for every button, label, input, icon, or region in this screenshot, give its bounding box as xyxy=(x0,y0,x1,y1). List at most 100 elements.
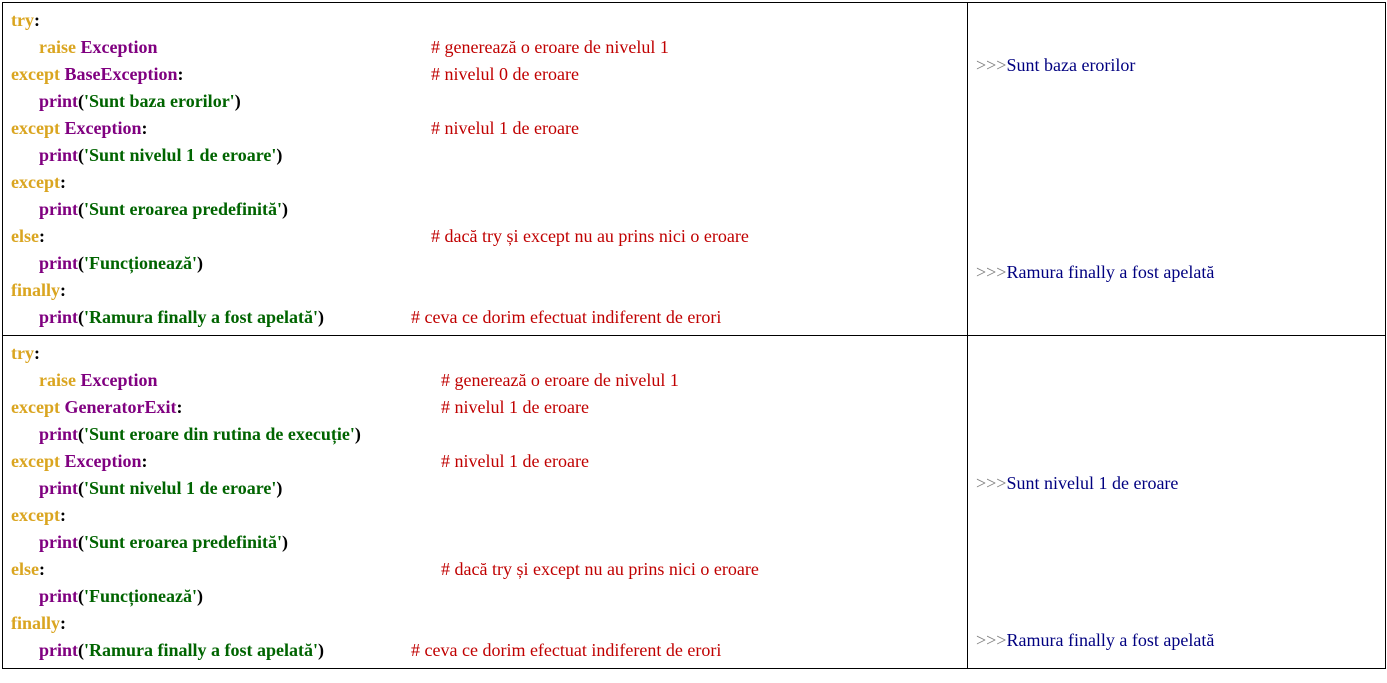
string-literal: 'Sunt eroarea predefinită' xyxy=(84,199,282,219)
function-print: print xyxy=(39,253,78,273)
close-paren: ) xyxy=(197,253,203,273)
function-print: print xyxy=(39,478,78,498)
code-line: print('Ramura finally a fost apelată') #… xyxy=(11,304,959,331)
keyword-try: try xyxy=(11,10,34,30)
code-line: print('Sunt nivelul 1 de eroare') xyxy=(11,142,959,169)
comment: # ceva ce dorim efectuat indiferent de e… xyxy=(411,304,721,331)
exception-name: GeneratorExit xyxy=(64,397,176,417)
output-cell-2: >>>Sunt nivelul 1 de eroare >>>Ramura fi… xyxy=(968,336,1386,669)
code-line: print('Ramura finally a fost apelată') #… xyxy=(11,637,959,664)
close-paren: ) xyxy=(318,307,324,327)
close-paren: ) xyxy=(235,91,241,111)
code-line: print('Sunt baza erorilor') xyxy=(11,88,959,115)
example-row-2: try: raise Exception # generează o eroar… xyxy=(3,336,1386,669)
string-literal: 'Ramura finally a fost apelată' xyxy=(84,640,318,660)
code-line: try: xyxy=(11,340,959,367)
code-cell-2: try: raise Exception # generează o eroar… xyxy=(3,336,968,669)
keyword-raise: raise xyxy=(39,370,76,390)
examples-table: try: raise Exception # generează o eroar… xyxy=(2,2,1386,669)
code-line: except Exception: # nivelul 1 de eroare xyxy=(11,448,959,475)
function-print: print xyxy=(39,91,78,111)
function-print: print xyxy=(39,199,78,219)
comment: # nivelul 0 de eroare xyxy=(431,61,579,88)
comment: # nivelul 1 de eroare xyxy=(431,115,579,142)
colon: : xyxy=(60,172,66,192)
string-literal: 'Ramura finally a fost apelată' xyxy=(84,307,318,327)
close-paren: ) xyxy=(276,478,282,498)
string-literal: 'Sunt eroarea predefinită' xyxy=(84,532,282,552)
keyword-except: except xyxy=(11,451,60,471)
code-line: print('Sunt nivelul 1 de eroare') xyxy=(11,475,959,502)
string-literal: 'Sunt nivelul 1 de eroare' xyxy=(84,478,276,498)
comment: # generează o eroare de nivelul 1 xyxy=(441,367,679,394)
colon: : xyxy=(39,226,45,246)
keyword-except: except xyxy=(11,505,60,525)
keyword-except: except xyxy=(11,118,60,138)
comment: # dacă try și except nu au prins nici o … xyxy=(441,556,759,583)
code-block-1: try: raise Exception # generează o eroar… xyxy=(11,7,959,331)
string-literal: 'Funcționează' xyxy=(84,586,197,606)
output-line: >>>Ramura finally a fost apelată xyxy=(976,259,1377,286)
output-text: Ramura finally a fost apelată xyxy=(1006,262,1214,282)
output-text: Ramura finally a fost apelată xyxy=(1006,630,1214,650)
code-line: try: xyxy=(11,7,959,34)
function-print: print xyxy=(39,424,78,444)
comment: # dacă try și except nu au prins nici o … xyxy=(431,223,749,250)
keyword-try: try xyxy=(11,343,34,363)
exception-name: Exception xyxy=(64,451,141,471)
output-text: Sunt nivelul 1 de eroare xyxy=(1006,473,1178,493)
string-literal: 'Sunt nivelul 1 de eroare' xyxy=(84,145,276,165)
keyword-raise: raise xyxy=(39,37,76,57)
output-line: >>>Ramura finally a fost apelată xyxy=(976,627,1377,654)
output-cell-1: >>>Sunt baza erorilor >>>Ramura finally … xyxy=(968,3,1386,336)
colon: : xyxy=(39,559,45,579)
output-text: Sunt baza erorilor xyxy=(1006,55,1135,75)
code-line: except BaseException: # nivelul 0 de ero… xyxy=(11,61,959,88)
output-spacer xyxy=(976,79,1377,259)
comment: # nivelul 1 de eroare xyxy=(441,448,589,475)
output-block-1: >>>Sunt baza erorilor >>>Ramura finally … xyxy=(976,52,1377,286)
exception-name: Exception xyxy=(80,37,157,57)
output-spacer xyxy=(976,497,1377,627)
keyword-except: except xyxy=(11,397,60,417)
keyword-except: except xyxy=(11,64,60,84)
output-line: >>>Sunt nivelul 1 de eroare xyxy=(976,470,1377,497)
function-print: print xyxy=(39,586,78,606)
colon: : xyxy=(60,505,66,525)
prompt-icon: >>> xyxy=(976,473,1006,493)
function-print: print xyxy=(39,532,78,552)
code-line: finally: xyxy=(11,277,959,304)
colon: : xyxy=(176,397,182,417)
code-line: print('Sunt eroare din rutina de execuți… xyxy=(11,421,959,448)
comment: # nivelul 1 de eroare xyxy=(441,394,589,421)
exception-name: Exception xyxy=(80,370,157,390)
close-paren: ) xyxy=(355,424,361,444)
comment: # generează o eroare de nivelul 1 xyxy=(431,34,669,61)
close-paren: ) xyxy=(318,640,324,660)
code-line: print('Funcționează') xyxy=(11,250,959,277)
output-spacer xyxy=(976,350,1377,470)
output-line: >>>Sunt baza erorilor xyxy=(976,52,1377,79)
function-print: print xyxy=(39,145,78,165)
string-literal: 'Sunt eroare din rutina de execuție' xyxy=(84,424,355,444)
code-line: except GeneratorExit: # nivelul 1 de ero… xyxy=(11,394,959,421)
code-line: raise Exception # generează o eroare de … xyxy=(11,34,959,61)
colon: : xyxy=(142,118,148,138)
code-line: finally: xyxy=(11,610,959,637)
keyword-else: else xyxy=(11,226,39,246)
code-cell-1: try: raise Exception # generează o eroar… xyxy=(3,3,968,336)
colon: : xyxy=(34,10,40,30)
function-print: print xyxy=(39,640,78,660)
comment: # ceva ce dorim efectuat indiferent de e… xyxy=(411,637,721,664)
colon: : xyxy=(60,280,66,300)
code-line: except Exception: # nivelul 1 de eroare xyxy=(11,115,959,142)
code-line: else: # dacă try și except nu au prins n… xyxy=(11,223,959,250)
code-line: except: xyxy=(11,502,959,529)
code-line: except: xyxy=(11,169,959,196)
prompt-icon: >>> xyxy=(976,55,1006,75)
string-literal: 'Funcționează' xyxy=(84,253,197,273)
code-block-2: try: raise Exception # generează o eroar… xyxy=(11,340,959,664)
code-line: print('Sunt eroarea predefinită') xyxy=(11,196,959,223)
close-paren: ) xyxy=(197,586,203,606)
colon: : xyxy=(178,64,184,84)
